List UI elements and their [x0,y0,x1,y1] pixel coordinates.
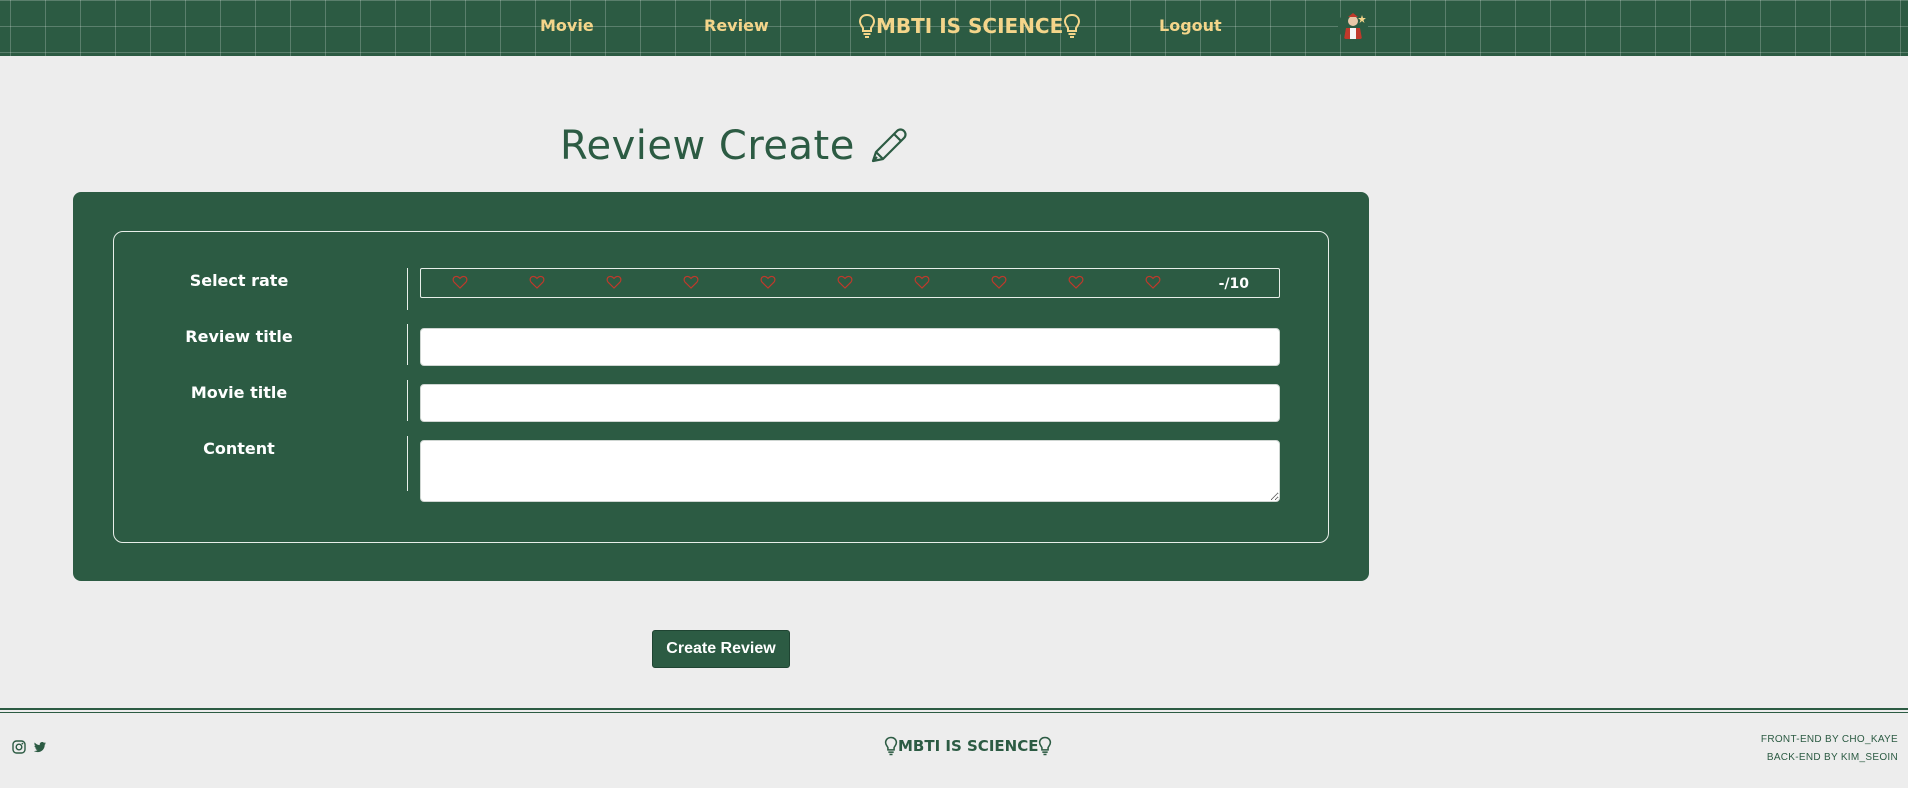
content-textarea[interactable] [420,440,1280,502]
twitter-icon[interactable] [33,740,47,754]
rating-value: -/10 [1218,276,1249,292]
brand-name: MBTI IS SCIENCE [876,14,1064,38]
rating-selector: -/10 [420,268,1280,298]
heart-6-icon[interactable] [837,274,853,290]
label-content: Content [203,439,275,458]
footer-credits: FRONT-END BY CHO_KAYE BACK-END BY KIM_SE… [1761,731,1898,767]
page-title-block: Review Create [560,118,909,174]
nav-logout[interactable]: Logout [1159,16,1222,38]
row-divider [407,268,408,310]
row-divider [407,436,408,491]
lightbulb-icon [1064,13,1081,38]
footer-divider [0,712,1908,713]
heart-9-icon[interactable] [1068,274,1084,290]
instagram-icon[interactable] [12,740,26,754]
label-review-title: Review title [185,327,293,346]
brand-logo[interactable]: MBTI IS SCIENCE [858,12,1081,40]
heart-7-icon[interactable] [914,274,930,290]
heart-5-icon[interactable] [760,274,776,290]
lightbulb-icon [884,736,898,756]
page-title: Review Create [560,123,855,169]
row-divider [407,380,408,421]
nav-review[interactable]: Review [704,16,769,38]
movie-title-input[interactable] [420,384,1280,422]
avatar-icon [1338,11,1368,41]
lightbulb-icon [1039,736,1052,756]
footer-brand-name: MBTI IS SCIENCE [898,737,1039,755]
row-divider [407,324,408,365]
heart-2-icon[interactable] [529,274,545,290]
top-navbar: Movie Review MBTI IS SCIENCE Logout [0,0,1908,56]
form-frame: Select rate -/10 Review title Movie titl… [113,231,1329,543]
heart-8-icon[interactable] [991,274,1007,290]
heart-1-icon[interactable] [452,274,468,290]
heart-3-icon[interactable] [606,274,622,290]
create-review-button[interactable]: Create Review [652,630,790,668]
user-avatar[interactable] [1338,11,1368,41]
nav-movie[interactable]: Movie [540,16,594,38]
heart-4-icon[interactable] [683,274,699,290]
review-form-card: Select rate -/10 Review title Movie titl… [73,192,1369,581]
label-movie-title: Movie title [190,383,288,402]
credit-frontend: FRONT-END BY CHO_KAYE [1760,734,1898,745]
footer-brand[interactable]: MBTI IS SCIENCE [884,735,1052,757]
pen-icon [871,128,907,163]
review-title-input[interactable] [420,328,1280,366]
credit-backend: BACK-END BY KIM_SEOIN [1766,752,1898,763]
footer-divider [0,708,1908,710]
heart-10-icon[interactable] [1145,274,1161,290]
lightbulb-icon [858,13,876,38]
label-select-rate: Select rate [189,271,289,290]
